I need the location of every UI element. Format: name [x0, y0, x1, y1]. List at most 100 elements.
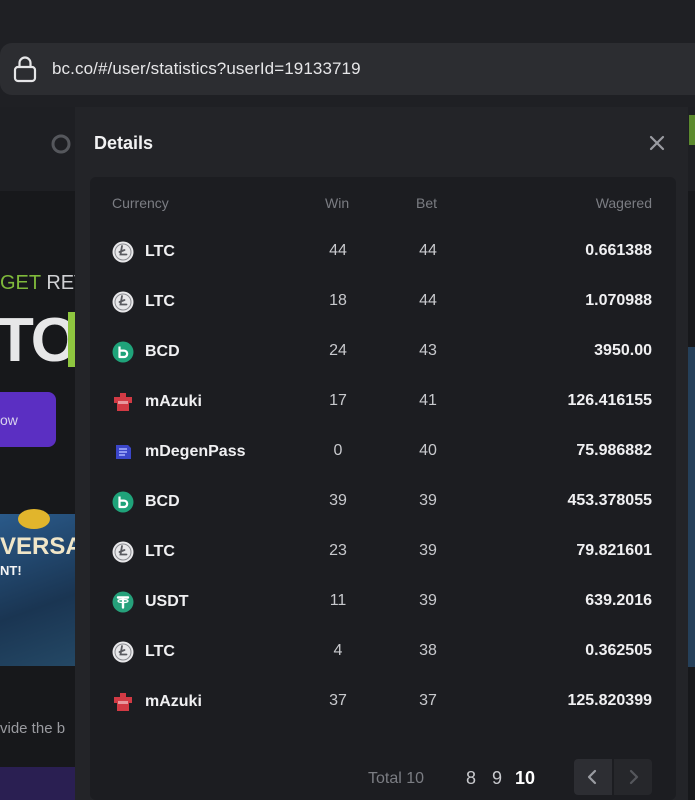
bet-count: 40	[419, 442, 437, 459]
col-header-currency: Currency	[112, 195, 169, 211]
currency-name: mAzuki	[145, 693, 202, 710]
win-count: 23	[329, 542, 347, 559]
bet-count: 39	[419, 592, 437, 609]
table-row: mAzuki 17 41 126.416155	[90, 377, 676, 427]
banner-subtitle: NT!	[0, 563, 22, 578]
bet-count: 39	[419, 492, 437, 509]
wagered-amount: 1.070988	[585, 292, 652, 309]
win-count: 39	[329, 492, 347, 509]
promo-button[interactable]: ow	[0, 392, 56, 447]
currency-cell: mDegenPass	[112, 439, 246, 465]
prev-page-button[interactable]	[574, 759, 612, 795]
currency-cell: mAzuki	[112, 389, 202, 415]
win-count: 4	[333, 642, 343, 659]
wagered-amount: 125.820399	[567, 692, 652, 709]
currency-name: LTC	[145, 293, 175, 310]
wagered-amount: 79.821601	[576, 542, 652, 559]
chevron-left-icon	[587, 769, 597, 785]
currency-cell: mAzuki	[112, 689, 202, 715]
currency-name: mDegenPass	[145, 443, 246, 460]
browser-toolbar: bc.co/#/user/statistics?userId=19133719	[0, 0, 695, 107]
promo-big-text: TO	[0, 306, 79, 375]
win-count: 24	[329, 342, 347, 359]
mazuki-icon	[112, 391, 134, 413]
ltc-icon	[112, 641, 134, 663]
col-header-bet: Bet	[416, 195, 438, 211]
table-row: mDegenPass 0 40 75.986882	[90, 427, 676, 477]
win-count: 44	[329, 242, 347, 259]
currency-cell: BCD	[112, 339, 180, 365]
currency-name: BCD	[145, 343, 180, 360]
next-page-button[interactable]	[614, 759, 652, 795]
currency-cell: LTC	[112, 539, 175, 565]
wagered-amount: 0.661388	[585, 242, 652, 259]
wagered-amount: 126.416155	[567, 392, 652, 409]
modal-title: Details	[94, 133, 154, 153]
page-9[interactable]: 9	[492, 768, 502, 789]
table-row: LTC 4 38 0.362505	[90, 627, 676, 677]
decor-strip	[689, 115, 695, 145]
win-count: 17	[329, 392, 347, 409]
currency-name: USDT	[145, 593, 189, 610]
wagered-amount: 639.2016	[585, 592, 652, 609]
win-count: 18	[329, 292, 347, 309]
close-icon[interactable]	[645, 131, 669, 155]
bet-count: 38	[419, 642, 437, 659]
bet-count: 44	[419, 292, 437, 309]
coin-decoration	[18, 509, 50, 529]
wagered-amount: 453.378055	[567, 492, 652, 509]
table-row: BCD 24 43 3950.00	[90, 327, 676, 377]
table-row: LTC 23 39 79.821601	[90, 527, 676, 577]
wagered-amount: 3950.00	[594, 342, 652, 359]
currency-cell: USDT	[112, 589, 189, 615]
details-modal: Details Currency Win Bet Wagered LTC 44 44…	[75, 107, 688, 800]
currency-name: mAzuki	[145, 393, 202, 410]
currency-cell: LTC	[112, 289, 175, 315]
table-row: LTC 44 44 0.661388	[90, 227, 676, 277]
bcd-icon	[112, 341, 134, 363]
wagered-amount: 75.986882	[576, 442, 652, 459]
win-count: 37	[329, 692, 347, 709]
address-bar[interactable]: bc.co/#/user/statistics?userId=19133719	[0, 43, 695, 95]
url-text: bc.co/#/user/statistics?userId=19133719	[52, 59, 361, 78]
table-row: USDT 11 39 639.2016	[90, 577, 676, 627]
bet-count: 44	[419, 242, 437, 259]
bet-count: 39	[419, 542, 437, 559]
details-table: Currency Win Bet Wagered LTC 44 44 0.661388…	[90, 177, 676, 800]
total-count: Total 10	[368, 770, 425, 787]
bet-count: 43	[419, 342, 437, 359]
bet-count: 37	[419, 692, 437, 709]
table-row: mAzuki 37 37 125.820399	[90, 677, 676, 727]
site-logo-icon	[51, 134, 71, 154]
currency-name: LTC	[145, 543, 175, 560]
ltc-icon	[112, 291, 134, 313]
banner-title: VERSA	[0, 533, 83, 560]
mazuki-icon	[112, 691, 134, 713]
currency-name: BCD	[145, 493, 180, 510]
col-header-win: Win	[325, 195, 350, 211]
currency-cell: LTC	[112, 639, 175, 665]
side-banner	[688, 347, 695, 667]
col-header-wagered: Wagered	[595, 195, 652, 211]
chevron-right-icon	[629, 769, 639, 785]
ltc-icon	[112, 241, 134, 263]
page-8[interactable]: 8	[466, 768, 476, 789]
mdegenpass-icon	[112, 441, 134, 463]
bcd-icon	[112, 491, 134, 513]
win-count: 11	[329, 592, 347, 609]
bottom-strip	[0, 767, 75, 800]
page-10[interactable]: 10	[515, 768, 535, 789]
currency-cell: LTC	[112, 239, 175, 265]
usdt-icon	[112, 591, 134, 613]
footer-text: vide the b	[0, 720, 66, 737]
currency-name: LTC	[145, 643, 175, 660]
pagination: Total 10 8 9 10	[90, 757, 676, 797]
lock-icon	[13, 56, 37, 83]
win-count: 0	[333, 442, 343, 459]
bet-count: 41	[419, 392, 437, 409]
table-row: LTC 18 44 1.070988	[90, 277, 676, 327]
wagered-amount: 0.362505	[585, 642, 652, 659]
ltc-icon	[112, 541, 134, 563]
currency-cell: BCD	[112, 489, 180, 515]
table-row: BCD 39 39 453.378055	[90, 477, 676, 527]
